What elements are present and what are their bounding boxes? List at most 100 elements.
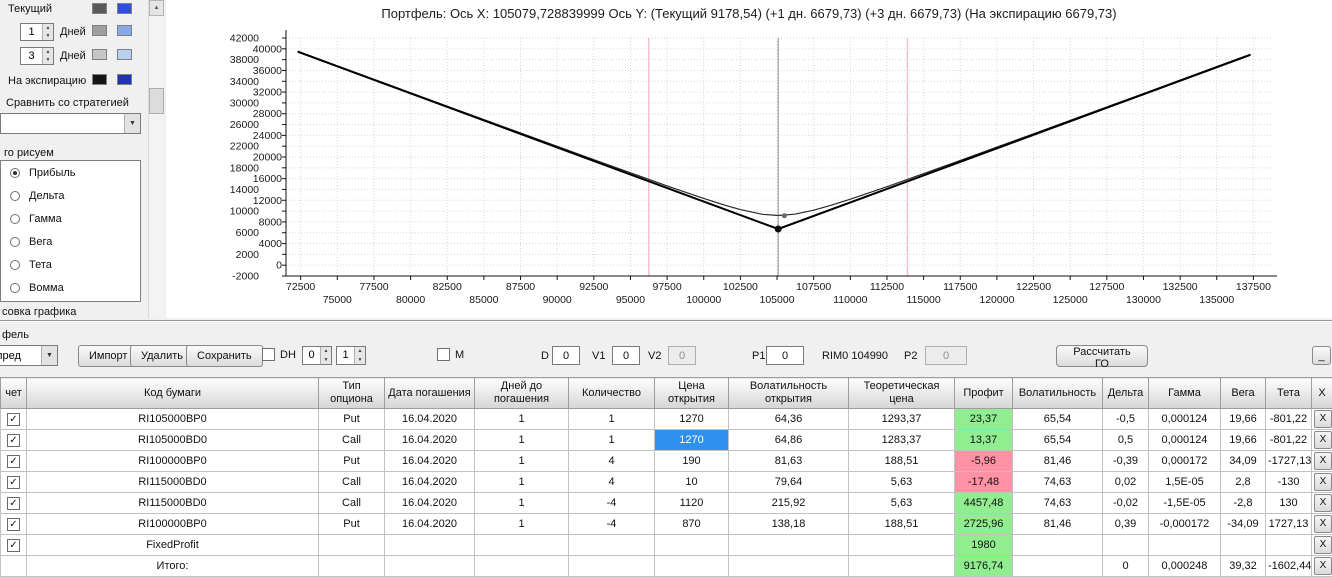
cell[interactable]: -4: [568, 492, 655, 514]
cell[interactable]: [1265, 534, 1312, 556]
cell[interactable]: RI105000BD0: [26, 429, 319, 451]
m-checkbox[interactable]: M: [437, 348, 464, 361]
chevron-down-icon[interactable]: ▼: [41, 346, 57, 365]
cell[interactable]: -17,48: [954, 471, 1013, 493]
draw-item-4[interactable]: Тета: [1, 253, 140, 276]
cell[interactable]: 1: [474, 471, 569, 493]
draw-item-3[interactable]: Вега: [1, 230, 140, 253]
cell[interactable]: -1602,44: [1265, 555, 1312, 577]
plus3-days-color-swatch-2[interactable]: [117, 49, 132, 60]
cell[interactable]: 16.04.2020: [384, 429, 475, 451]
cell[interactable]: -1,5E-05: [1148, 492, 1221, 514]
cell[interactable]: 4: [568, 450, 655, 472]
cell[interactable]: 19,66: [1220, 429, 1266, 451]
cell[interactable]: 0,39: [1102, 513, 1149, 535]
cell[interactable]: [318, 555, 385, 577]
cell[interactable]: [1102, 534, 1149, 556]
cell[interactable]: [568, 555, 655, 577]
payoff-chart-svg[interactable]: -2000 0 2000400060008000100001200014000160…: [166, 0, 1332, 318]
row-checkbox[interactable]: ✓: [7, 517, 20, 531]
plus3-days-color-swatch-1[interactable]: [92, 49, 107, 60]
cell[interactable]: 65,54: [1012, 429, 1103, 451]
cell[interactable]: -2,8: [1220, 492, 1266, 514]
cell[interactable]: -34,09: [1220, 513, 1266, 535]
cell[interactable]: 0,000124: [1148, 408, 1221, 430]
cell[interactable]: RI105000BP0: [26, 408, 319, 430]
cell[interactable]: [728, 534, 849, 556]
d-field[interactable]: [552, 346, 580, 365]
cell[interactable]: -801,22: [1265, 408, 1312, 430]
column-header[interactable]: Волатильность открытия: [728, 377, 849, 409]
delete-row-button[interactable]: X: [1314, 431, 1332, 449]
column-header[interactable]: Дата погашения: [384, 377, 475, 409]
cell[interactable]: 9176,74: [954, 555, 1013, 577]
draw-item-2[interactable]: Гамма: [1, 207, 140, 230]
cell[interactable]: 870: [654, 513, 729, 535]
cell[interactable]: 1: [568, 429, 655, 451]
column-header[interactable]: Количество: [568, 377, 655, 409]
spinner-arrows-icon[interactable]: ▲ ▼: [320, 347, 331, 364]
p1-field[interactable]: [766, 346, 804, 365]
cell[interactable]: 1120: [654, 492, 729, 514]
cell[interactable]: -130: [1265, 471, 1312, 493]
cell[interactable]: [1012, 534, 1103, 556]
cell[interactable]: [1220, 534, 1266, 556]
cell[interactable]: 16.04.2020: [384, 450, 475, 472]
column-header[interactable]: Теоретическая цена: [848, 377, 955, 409]
cell[interactable]: [474, 534, 569, 556]
cell[interactable]: 74,63: [1012, 492, 1103, 514]
cell[interactable]: RI100000BP0: [26, 513, 319, 535]
cell[interactable]: RI100000BP0: [26, 450, 319, 472]
column-header[interactable]: Вега: [1220, 377, 1266, 409]
cell[interactable]: RI115000BD0: [26, 471, 319, 493]
cell[interactable]: 16.04.2020: [384, 408, 475, 430]
cell[interactable]: 81,46: [1012, 513, 1103, 535]
cell[interactable]: 130: [1265, 492, 1312, 514]
cell[interactable]: 0,000172: [1148, 450, 1221, 472]
collapse-panel-button[interactable]: _: [1312, 346, 1331, 365]
cell[interactable]: 188,51: [848, 513, 955, 535]
cell[interactable]: -0,39: [1102, 450, 1149, 472]
column-header[interactable]: Гамма: [1148, 377, 1221, 409]
radio-icon[interactable]: [10, 167, 20, 178]
days-spinner-2[interactable]: 3 ▲ ▼: [20, 47, 54, 65]
cell[interactable]: Call: [318, 471, 385, 493]
cell[interactable]: Put: [318, 450, 385, 472]
dh-spinner-2[interactable]: 1 ▲ ▼: [336, 346, 366, 365]
cell[interactable]: 1727,13: [1265, 513, 1312, 535]
cell[interactable]: FixedProfit: [26, 534, 319, 556]
radio-icon[interactable]: [10, 259, 20, 270]
expiration-color-swatch-2[interactable]: [117, 74, 132, 85]
checkbox-icon[interactable]: [262, 348, 275, 361]
row-checkbox[interactable]: ✓: [7, 475, 20, 489]
cell[interactable]: 5,63: [848, 492, 955, 514]
cell[interactable]: [384, 555, 475, 577]
cell[interactable]: 13,37: [954, 429, 1013, 451]
cell[interactable]: [1148, 534, 1221, 556]
cell[interactable]: 5,63: [848, 471, 955, 493]
draw-item-5[interactable]: Вомма: [1, 276, 140, 299]
cell[interactable]: [654, 555, 729, 577]
column-header[interactable]: Дельта: [1102, 377, 1149, 409]
dh-spinner-1[interactable]: 0 ▲ ▼: [302, 346, 332, 365]
cell[interactable]: Put: [318, 513, 385, 535]
delete-row-button[interactable]: X: [1314, 473, 1332, 491]
portfolio-combobox[interactable]: спред ▼: [0, 345, 58, 366]
cell[interactable]: 1283,37: [848, 429, 955, 451]
cell[interactable]: 34,09: [1220, 450, 1266, 472]
scroll-up-icon[interactable]: ▲: [149, 0, 164, 16]
cell[interactable]: 1270: [654, 429, 729, 451]
calc-margin-button[interactable]: Рассчитать ГО: [1056, 345, 1148, 370]
column-header[interactable]: Код бумаги: [26, 377, 319, 409]
cell[interactable]: 16.04.2020: [384, 513, 475, 535]
cell[interactable]: 4: [568, 471, 655, 493]
v2-field[interactable]: [668, 346, 696, 365]
cell[interactable]: 1980: [954, 534, 1013, 556]
cell[interactable]: 79,64: [728, 471, 849, 493]
spinner-arrows-icon[interactable]: ▲ ▼: [354, 347, 365, 364]
cell[interactable]: 81,63: [728, 450, 849, 472]
cell[interactable]: 1,5E-05: [1148, 471, 1221, 493]
column-header[interactable]: Волатильность: [1012, 377, 1103, 409]
cell[interactable]: [848, 555, 955, 577]
spinner-arrows-icon[interactable]: ▲ ▼: [42, 48, 53, 64]
